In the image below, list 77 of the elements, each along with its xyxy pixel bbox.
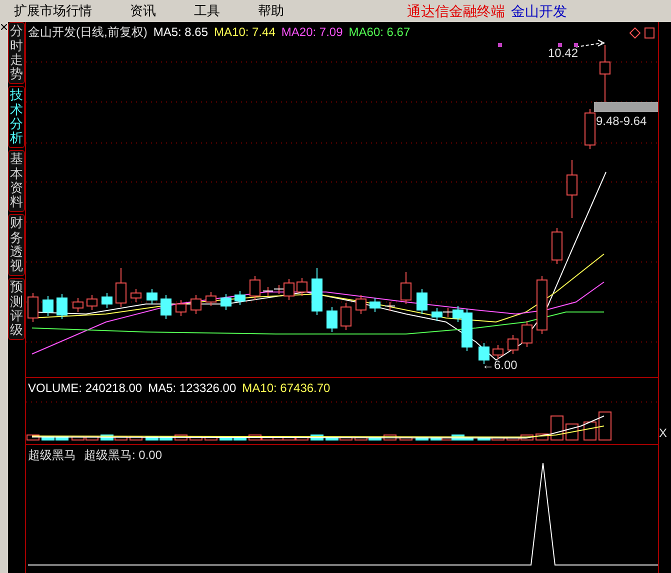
candlestick (206, 292, 216, 306)
volume-bar (416, 436, 428, 440)
candlestick (116, 268, 126, 308)
candlestick (522, 320, 532, 348)
side-tab[interactable]: 基本资料 (8, 150, 25, 212)
candlestick (600, 44, 610, 104)
candlestick (146, 288, 158, 304)
indicator-reading: MA10: 7.44 (214, 24, 276, 41)
axis-label: X (659, 427, 668, 439)
side-tab[interactable]: 财务透视 (8, 214, 25, 276)
volume-bar (550, 416, 564, 440)
candlestick (42, 296, 54, 316)
signal-marker (558, 43, 562, 47)
candlestick (508, 334, 518, 354)
menu-item[interactable]: 资讯 (124, 1, 162, 21)
candlestick (160, 294, 172, 320)
high-price-label: 10.42 (548, 46, 578, 60)
candlestick (190, 294, 202, 314)
diamond-icon[interactable] (629, 27, 641, 39)
side-tab[interactable]: 预测评级 (8, 278, 25, 340)
high-arrow (576, 40, 606, 48)
candlestick (370, 298, 380, 312)
indicator-reading: MA5: 8.65 (153, 24, 208, 41)
candlestick (492, 344, 504, 360)
price-range-label: 9.48-9.64 (596, 114, 647, 128)
candlestick (400, 272, 412, 304)
product-name: 通达信金融终端 (407, 2, 505, 20)
side-tab[interactable]: 技术分析 (8, 86, 25, 148)
candlestick (56, 294, 68, 320)
menu-item[interactable]: 扩展市场行情 (8, 1, 98, 21)
candlestick (536, 276, 548, 334)
candlestick (234, 290, 246, 306)
volume-bar (384, 434, 396, 440)
candlestick (262, 286, 274, 296)
stock-name: 金山开发 (511, 2, 567, 20)
candlestick (312, 268, 322, 316)
candlestick (176, 300, 186, 316)
candlestick (584, 108, 596, 150)
indicator-reading: MA20: 7.09 (281, 24, 343, 41)
volume-reading: MA10: 67436.70 (242, 380, 330, 397)
candlestick (566, 160, 578, 218)
low-price-label: ←6.00 (482, 358, 518, 372)
indicator-reading: 超级黑马: 0.00 (84, 447, 162, 464)
candlestick (220, 294, 232, 310)
volume-bar (598, 412, 612, 440)
volume-bar (204, 436, 218, 440)
candlestick (72, 298, 84, 312)
volume-bar (584, 422, 596, 440)
menu-item[interactable]: 帮助 (252, 1, 290, 21)
volume-bar (190, 436, 202, 440)
candlestick (102, 292, 112, 308)
candlestick (552, 228, 562, 264)
signal-marker (574, 43, 578, 47)
candlestick (326, 306, 338, 332)
candlestick (340, 302, 352, 330)
candlestick (86, 294, 98, 310)
candlestick (384, 302, 396, 312)
price-marker-bar (594, 102, 658, 112)
candlestick (432, 308, 442, 322)
volume-reading: VOLUME: 240218.00 (28, 380, 142, 397)
chart-title: 金山开发(日线,前复权) (28, 24, 148, 41)
side-tab[interactable]: 分时走势 (8, 22, 25, 84)
volume-bar (174, 434, 188, 440)
square-icon[interactable] (644, 28, 654, 38)
close-icon[interactable] (1, 24, 7, 30)
indicator-name: 超级黑马 (28, 447, 76, 464)
candlestick (130, 288, 142, 302)
candlestick (356, 294, 366, 314)
candlestick (416, 288, 428, 314)
volume-reading: MA5: 123326.00 (148, 380, 236, 397)
menu-item[interactable]: 工具 (188, 1, 226, 21)
candlestick (296, 278, 308, 296)
signal-marker (498, 43, 502, 47)
volume-bar (310, 434, 324, 440)
candlestick (250, 276, 260, 300)
volume-bar (130, 436, 142, 440)
indicator-reading: MA60: 6.67 (348, 24, 410, 41)
